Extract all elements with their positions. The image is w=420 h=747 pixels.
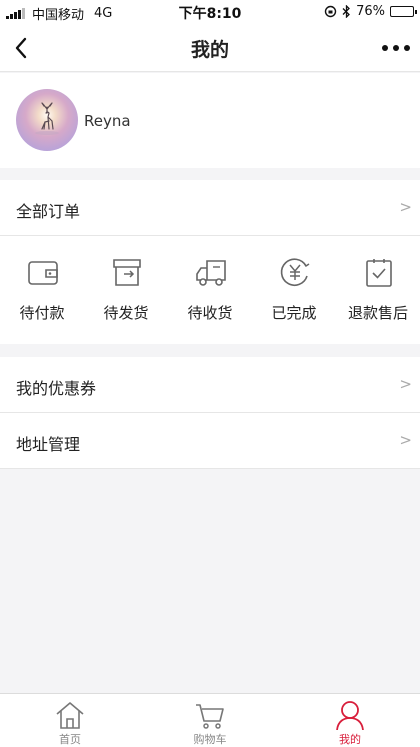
coupons-label: 我的优惠券	[16, 379, 97, 398]
order-completed[interactable]: 已完成	[252, 236, 336, 344]
clipboard-check-icon	[366, 259, 392, 287]
orientation-lock-icon	[324, 5, 337, 18]
profile-card[interactable]: Reyna	[0, 73, 420, 168]
battery-percent: 76%	[356, 4, 385, 19]
tab-label: 购物车	[193, 733, 227, 746]
order-pending-receipt[interactable]: 待收货	[168, 236, 252, 344]
coupons-row[interactable]: 我的优惠券 >	[0, 357, 420, 413]
order-pending-payment[interactable]: 待付款	[0, 236, 84, 344]
user-icon	[336, 701, 364, 730]
address-label: 地址管理	[16, 435, 81, 454]
cart-icon	[196, 704, 224, 729]
chevron-right-icon: >	[399, 198, 412, 216]
page-title: 我的	[190, 39, 229, 61]
box-icon	[113, 259, 141, 286]
battery-icon	[390, 6, 417, 17]
username: Reyna	[84, 112, 131, 130]
address-row[interactable]: 地址管理 >	[0, 413, 420, 469]
order-status-bar: 待付款 待发货 待收货 已完成 退款售后	[0, 236, 420, 344]
deer-icon	[35, 102, 59, 135]
tab-label: 首页	[59, 733, 81, 746]
status-bar: 中国移动 4G 下午8:10 76%	[0, 0, 420, 24]
order-refund[interactable]: 退款售后	[336, 236, 420, 344]
tab-home[interactable]: 首页	[0, 694, 140, 747]
tab-cart[interactable]: 购物车	[140, 694, 280, 747]
order-label: 待收货	[187, 304, 233, 322]
tab-bar: 首页 购物车 我的	[0, 693, 420, 747]
tab-label: 我的	[339, 733, 361, 746]
order-label: 退款售后	[347, 304, 408, 322]
all-orders-label: 全部订单	[16, 202, 81, 221]
order-label: 待发货	[103, 304, 149, 322]
all-orders-row[interactable]: 全部订单 >	[0, 180, 420, 236]
order-label: 已完成	[271, 304, 317, 322]
status-right: 76%	[324, 4, 417, 19]
chevron-right-icon: >	[399, 375, 412, 393]
truck-icon	[196, 260, 226, 286]
nav-bar: 我的	[0, 24, 420, 72]
home-icon	[56, 702, 84, 729]
bluetooth-icon	[342, 5, 351, 18]
chevron-right-icon: >	[399, 431, 412, 449]
yuan-icon	[280, 258, 310, 286]
more-dots-icon[interactable]	[380, 34, 412, 62]
order-label: 待付款	[19, 304, 65, 322]
wallet-icon	[28, 261, 58, 285]
tab-mine[interactable]: 我的	[280, 694, 420, 747]
avatar[interactable]	[16, 89, 78, 151]
order-pending-shipment[interactable]: 待发货	[84, 236, 168, 344]
